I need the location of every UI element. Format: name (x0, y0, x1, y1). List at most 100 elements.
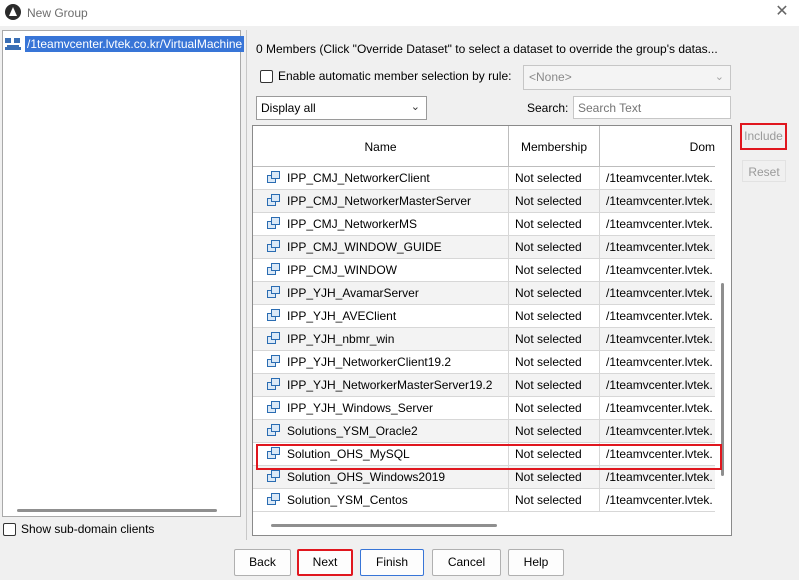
auto-selection-toggle[interactable]: Enable automatic member selection by rul… (260, 69, 511, 83)
table-row[interactable]: IPP_CMJ_WINDOW Not selected/1teamvcenter.… (253, 259, 715, 282)
rule-select[interactable]: <None> ⌄ (523, 65, 731, 90)
cell-domain: /1teamvcenter.lvtek. (606, 286, 713, 300)
client-name: IPP_YJH_AVEClient (287, 309, 397, 323)
reset-button[interactable]: Reset (742, 160, 786, 182)
include-button[interactable]: Include (740, 123, 787, 150)
cell-name: IPP_YJH_Windows_Server (253, 397, 509, 419)
virtual-machine-icon (267, 263, 281, 276)
members-panel: 0 Members (Click "Override Dataset" to s… (246, 30, 799, 540)
members-count-text: 0 Members (Click "Override Dataset" to s… (256, 42, 718, 56)
table-row[interactable]: IPP_YJH_Windows_Server Not selected/1team… (253, 397, 715, 420)
client-name: Solution_OHS_Windows2019 (287, 470, 446, 484)
virtual-machine-icon (267, 401, 281, 414)
clients-table: Name Membership Dom IPP_CMJ_NetworkerCli… (252, 125, 732, 536)
table-row[interactable]: IPP_YJH_nbmr_win Not selected/1teamvcente… (253, 328, 715, 351)
client-name: IPP_CMJ_WINDOW (287, 263, 398, 277)
table-row[interactable]: IPP_YJH_NetworkerMasterServer19.2 Not sel… (253, 374, 715, 397)
cell-membership: Not selected (509, 190, 600, 212)
client-name: IPP_CMJ_WINDOW_GUIDE (287, 240, 442, 254)
virtual-machine-icon (267, 470, 281, 483)
help-button[interactable]: Help (508, 549, 564, 576)
window-title: New Group (27, 6, 88, 20)
cell-domain: /1teamvcenter.lvtek. (606, 424, 713, 438)
display-filter-select[interactable]: Display all ⌄ (256, 96, 427, 120)
table-row[interactable]: IPP_CMJ_NetworkerClient Not selected/1tea… (253, 167, 715, 190)
client-name: IPP_CMJ_NetworkerMasterServer (287, 194, 472, 208)
chevron-down-icon: ⌄ (714, 71, 724, 83)
cell-membership: Not selected (509, 167, 600, 189)
cell-domain: /1teamvcenter.lvtek. (606, 171, 713, 185)
client-name: IPP_YJH_Windows_Server (287, 401, 434, 415)
horizontal-scrollbar[interactable] (17, 509, 217, 512)
rule-select-value: <None> (529, 70, 572, 84)
cancel-button[interactable]: Cancel (432, 549, 501, 576)
table-row[interactable]: IPP_YJH_AVEClient Not selected/1teamvcent… (253, 305, 715, 328)
cell-domain: /1teamvcenter.lvtek. (606, 401, 713, 415)
cell-membership: Not selected (509, 259, 600, 281)
tree-item-virtualmachine[interactable]: /1teamvcenter.lvtek.co.kr/VirtualMachine (5, 36, 245, 52)
finish-button[interactable]: Finish (360, 549, 424, 576)
cell-domain: /1teamvcenter.lvtek. (606, 493, 713, 507)
virtual-machine-icon (267, 355, 281, 368)
table-row[interactable]: IPP_CMJ_NetworkerMS Not selected/1teamvce… (253, 213, 715, 236)
table-row[interactable]: Solutions_YSM_Oracle2 Not selected/1teamv… (253, 420, 715, 443)
back-button[interactable]: Back (234, 549, 291, 576)
virtual-machine-icon (267, 240, 281, 253)
show-subdomain-toggle[interactable]: Show sub-domain clients (3, 522, 154, 536)
search-label: Search: (527, 101, 569, 115)
cell-membership: Not selected (509, 489, 600, 511)
cell-membership: Not selected (509, 374, 600, 396)
client-name: IPP_YJH_nbmr_win (287, 332, 395, 346)
client-name: IPP_CMJ_NetworkerClient (287, 171, 430, 185)
virtual-machine-icon (267, 493, 281, 506)
cell-domain: /1teamvcenter.lvtek. (606, 378, 713, 392)
close-icon[interactable]: ✕ (773, 3, 791, 21)
cell-name: IPP_CMJ_WINDOW_GUIDE (253, 236, 509, 258)
client-name: IPP_YJH_AvamarServer (287, 286, 419, 300)
cell-membership: Not selected (509, 213, 600, 235)
table-row[interactable]: IPP_CMJ_NetworkerMasterServer Not selecte… (253, 190, 715, 213)
cell-name: IPP_YJH_nbmr_win (253, 328, 509, 350)
cell-name: IPP_CMJ_NetworkerMasterServer (253, 190, 509, 212)
column-header-name[interactable]: Name (253, 126, 509, 167)
client-name: Solutions_YSM_Oracle2 (287, 424, 418, 438)
cell-name: IPP_YJH_NetworkerClient19.2 (253, 351, 509, 373)
virtual-machine-icon (267, 194, 281, 207)
cell-membership: Not selected (509, 420, 600, 442)
client-name: IPP_YJH_NetworkerClient19.2 (287, 355, 452, 369)
search-input[interactable] (573, 96, 731, 119)
auto-selection-label: Enable automatic member selection by rul… (278, 69, 512, 83)
horizontal-scrollbar[interactable] (271, 524, 497, 527)
highlighted-row-marker (256, 444, 722, 470)
cell-domain: /1teamvcenter.lvtek. (606, 240, 713, 254)
cell-domain: /1teamvcenter.lvtek. (606, 194, 713, 208)
table-row[interactable]: IPP_CMJ_WINDOW_GUIDE Not selected/1teamvc… (253, 236, 715, 259)
cell-name: Solutions_YSM_Oracle2 (253, 420, 509, 442)
virtual-machine-icon (267, 424, 281, 437)
client-name: IPP_CMJ_NetworkerMS (287, 217, 418, 231)
domain-tree-panel[interactable]: /1teamvcenter.lvtek.co.kr/VirtualMachine (2, 30, 245, 517)
column-header-domain[interactable]: Dom (600, 126, 715, 167)
virtual-machine-icon (267, 378, 281, 391)
table-row[interactable]: IPP_YJH_AvamarServer Not selected/1teamvc… (253, 282, 715, 305)
cell-membership: Not selected (509, 351, 600, 373)
table-row[interactable]: Solution_YSM_Centos Not selected/1teamvce… (253, 489, 715, 512)
client-name: IPP_YJH_NetworkerMasterServer19.2 (287, 378, 493, 392)
chevron-down-icon: ⌄ (410, 101, 420, 113)
cell-membership: Not selected (509, 328, 600, 350)
client-name: Solution_YSM_Centos (287, 493, 408, 507)
cell-name: Solution_YSM_Centos (253, 489, 509, 511)
app-logo-icon (5, 4, 21, 20)
tree-item-label: /1teamvcenter.lvtek.co.kr/VirtualMachine (25, 36, 245, 52)
cell-membership: Not selected (509, 397, 600, 419)
cell-domain: /1teamvcenter.lvtek. (606, 309, 713, 323)
column-header-membership[interactable]: Membership (509, 126, 600, 167)
table-row[interactable]: IPP_YJH_NetworkerClient19.2 Not selected /… (253, 351, 715, 374)
title-bar: New Group ✕ (0, 0, 799, 26)
auto-selection-checkbox[interactable] (260, 69, 273, 83)
virtual-machine-icon (267, 286, 281, 299)
cell-name: IPP_CMJ_WINDOW (253, 259, 509, 281)
show-subdomain-checkbox[interactable] (3, 522, 16, 536)
next-button[interactable]: Next (297, 549, 353, 576)
display-filter-value: Display all (261, 101, 316, 115)
